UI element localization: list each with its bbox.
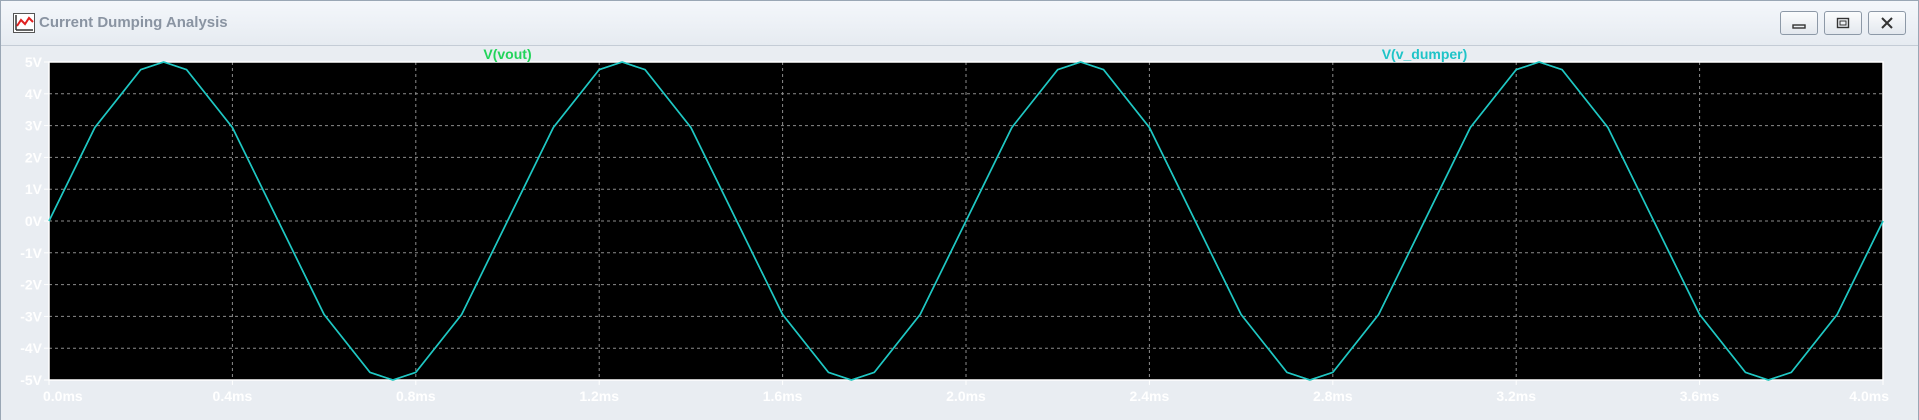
x-tick-label: 2.4ms: [1130, 388, 1170, 404]
title-bar[interactable]: Current Dumping Analysis: [1, 1, 1918, 46]
maximize-button[interactable]: [1824, 11, 1862, 35]
x-tick-label: 3.2ms: [1496, 388, 1536, 404]
y-tick-label: 5V: [25, 54, 43, 70]
x-tick-label: 1.6ms: [763, 388, 803, 404]
y-tick-label: 3V: [25, 118, 43, 134]
plot-pane[interactable]: 0.0ms 0.4ms 0.8ms 1.2ms 1.6ms 2.0ms 2.4ms 2.8ms…: [1, 46, 1918, 420]
y-tick-label: 2V: [25, 149, 43, 165]
y-tick-label: -4V: [20, 340, 42, 356]
window-title: Current Dumping Analysis: [39, 14, 228, 31]
waveform-window: Current Dumping Analysis 0.0ms 0.4ms 0.8ms…: [0, 0, 1919, 420]
minimize-button[interactable]: [1780, 11, 1818, 35]
x-tick-label: 2.0ms: [946, 388, 986, 404]
legend-label[interactable]: V(v_dumper): [1382, 46, 1468, 62]
y-tick-label: -2V: [20, 277, 42, 293]
y-tick-label: -1V: [20, 245, 42, 261]
x-tick-label: 4.0ms: [1849, 388, 1889, 404]
waveform-app-icon: [13, 13, 35, 33]
y-tick-label: -5V: [20, 372, 42, 388]
restore-icon: [1835, 16, 1851, 30]
y-tick-label: 0V: [25, 213, 43, 229]
y-tick-label: -3V: [20, 308, 42, 324]
x-tick-label: 0.8ms: [396, 388, 436, 404]
x-tick-label: 1.2ms: [579, 388, 619, 404]
legend-label[interactable]: V(vout): [483, 46, 531, 62]
minimize-icon: [1791, 16, 1807, 30]
y-tick-label: 4V: [25, 86, 43, 102]
x-tick-label: 2.8ms: [1313, 388, 1353, 404]
x-tick-label: 0.0ms: [43, 388, 83, 404]
y-tick-label: 1V: [25, 181, 43, 197]
x-tick-label: 0.4ms: [213, 388, 253, 404]
x-tick-label: 3.6ms: [1680, 388, 1720, 404]
close-icon: [1879, 16, 1895, 30]
waveform-plot[interactable]: 0.0ms 0.4ms 0.8ms 1.2ms 1.6ms 2.0ms 2.4ms 2.8ms…: [1, 46, 1918, 420]
close-button[interactable]: [1868, 11, 1906, 35]
